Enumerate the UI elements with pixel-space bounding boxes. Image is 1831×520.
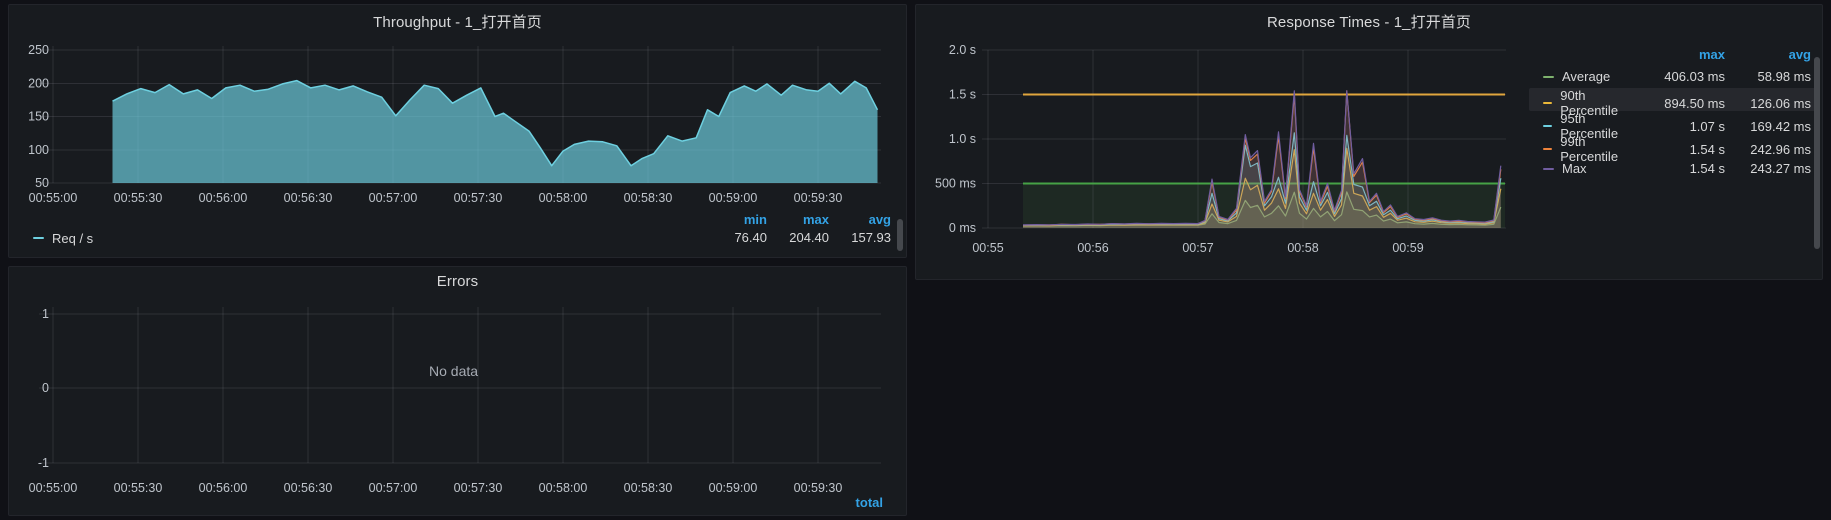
panel-response-times[interactable]: Response Times - 1_打开首页 2.0 s1.5 s1.0 s5… <box>915 4 1823 280</box>
x-tick-label: 00:59:30 <box>794 481 843 495</box>
y-tick-label: 50 <box>35 176 49 190</box>
x-tick-label: 00:57:00 <box>369 481 418 495</box>
legend-label-text: 99th Percentile <box>1560 134 1633 164</box>
series-color-dash-icon <box>1543 76 1554 78</box>
legend-max-value: 1.07 s <box>1633 119 1725 134</box>
panel-throughput[interactable]: Throughput - 1_打开首页 2502001501005000:55:… <box>8 4 907 258</box>
x-tick-label: 00:56:30 <box>284 481 333 495</box>
series-color-dash-icon <box>1543 102 1552 104</box>
legend-header-row: maxavg <box>1529 45 1819 63</box>
legend-row-99th-percentile[interactable]: 99th Percentile1.54 s242.96 ms <box>1529 134 1819 157</box>
x-tick-label: 00:57:30 <box>454 191 503 205</box>
stat-header-avg[interactable]: avg <box>835 211 891 229</box>
stat-column-avg: avg157.93 <box>835 211 891 247</box>
x-tick-label: 00:56:30 <box>284 191 333 205</box>
legend-header-avg[interactable]: avg <box>1725 47 1811 62</box>
x-tick-label: 00:55:00 <box>29 481 78 495</box>
x-tick-label: 00:56 <box>1077 241 1108 255</box>
y-tick-label: 150 <box>28 110 49 124</box>
x-tick-label: 00:57 <box>1182 241 1213 255</box>
stat-column-min: min76.40 <box>711 211 767 247</box>
x-tick-label: 00:59:00 <box>709 481 758 495</box>
legend-max-value: 1.54 s <box>1633 142 1725 157</box>
series-color-dash-icon <box>1543 148 1552 150</box>
legend-max-value: 894.50 ms <box>1633 96 1725 111</box>
legend-item-reqs[interactable]: Req / s <box>33 229 93 247</box>
legend-label-99th-percentile[interactable]: 99th Percentile <box>1543 134 1633 164</box>
x-tick-label: 00:58:30 <box>624 191 673 205</box>
legend-avg-value: 126.06 ms <box>1725 96 1811 111</box>
y-tick-label: 1.0 s <box>949 132 976 146</box>
legend-avg-value: 169.42 ms <box>1725 119 1811 134</box>
stat-column-max: max204.40 <box>773 211 829 247</box>
x-tick-label: 00:58:30 <box>624 481 673 495</box>
x-tick-label: 00:56:00 <box>199 191 248 205</box>
x-tick-label: 00:55:30 <box>114 191 163 205</box>
legend-label-average[interactable]: Average <box>1543 69 1633 84</box>
legend-label-max[interactable]: Max <box>1543 161 1633 176</box>
legend-label-reqs[interactable]: Req / s <box>52 231 93 246</box>
y-tick-label: 500 ms <box>935 177 976 191</box>
throughput-chart[interactable]: 250 200 150 100 5000:55:00 00:55:30 00:56:00 00… <box>9 5 906 209</box>
legend-row-max[interactable]: Max 1.54 s243.27 ms <box>1529 157 1819 180</box>
x-tick-label: 00:58:00 <box>539 481 588 495</box>
legend-label-total[interactable]: total <box>856 495 883 510</box>
x-tick-label: 00:59 <box>1392 241 1423 255</box>
x-tick-label: 00:56:00 <box>199 481 248 495</box>
y-tick-label: 1 <box>42 307 49 321</box>
y-tick-label: 200 <box>28 76 49 90</box>
stat-header-max[interactable]: max <box>773 211 829 229</box>
x-tick-label: 00:58 <box>1287 241 1318 255</box>
legend-avg-value: 242.96 ms <box>1725 142 1811 157</box>
stat-value-avg: 157.93 <box>835 229 891 247</box>
legend-max-value: 406.03 ms <box>1633 69 1725 84</box>
stat-value-max: 204.40 <box>773 229 829 247</box>
stat-header-min[interactable]: min <box>711 211 767 229</box>
y-tick-label: 2.0 s <box>949 43 976 57</box>
x-tick-label: 00:55:30 <box>114 481 163 495</box>
no-data-message: No data <box>429 363 478 379</box>
y-tick-label: 100 <box>28 143 49 157</box>
legend-stats: min76.40max204.40avg157.93 <box>711 211 891 247</box>
x-tick-label: 00:57:30 <box>454 481 503 495</box>
stat-value-min: 76.40 <box>711 229 767 247</box>
y-tick-label: 250 <box>28 43 49 57</box>
series-color-dash-icon <box>1543 168 1554 170</box>
response-legend: maxavg Average 406.03 ms58.98 ms 90th Perce… <box>1529 45 1819 180</box>
x-tick-label: 00:58:00 <box>539 191 588 205</box>
y-tick-label: -1 <box>38 456 49 470</box>
y-tick-label: 0 ms <box>949 221 976 235</box>
x-tick-label: 00:59:30 <box>794 191 843 205</box>
legend-row-average[interactable]: Average 406.03 ms58.98 ms <box>1529 65 1819 88</box>
legend-row-90th-percentile[interactable]: 90th Percentile894.50 ms126.06 ms <box>1529 88 1819 111</box>
grafana-dashboard: Throughput - 1_打开首页 2502001501005000:55:… <box>0 0 1831 520</box>
legend-avg-value: 58.98 ms <box>1725 69 1811 84</box>
y-tick-label: 0 <box>42 381 49 395</box>
series-color-dash-icon <box>33 237 44 239</box>
series-color-dash-icon <box>1543 125 1552 127</box>
x-tick-label: 00:59:00 <box>709 191 758 205</box>
errors-chart[interactable]: 00:55:00 00:55:30 00:56:00 00:56:30 00:57:00… <box>9 267 906 515</box>
y-tick-label: 1.5 s <box>949 88 976 102</box>
legend-max-value: 1.54 s <box>1633 161 1725 176</box>
x-tick-label: 00:55:00 <box>29 191 78 205</box>
x-tick-label: 00:55 <box>972 241 1003 255</box>
x-tick-label: 00:57:00 <box>369 191 418 205</box>
legend-avg-value: 243.27 ms <box>1725 161 1811 176</box>
panel-scrollbar[interactable] <box>1814 57 1820 249</box>
legend-label-text: Max <box>1562 161 1587 176</box>
throughput-area-fill <box>113 81 878 183</box>
panel-errors[interactable]: Errors 00:55:0000:55:3000:56:0000:56:300… <box>8 266 907 516</box>
panel-scrollbar[interactable] <box>897 219 903 251</box>
legend-header-max[interactable]: max <box>1633 47 1725 62</box>
legend-row-95th-percentile[interactable]: 95th Percentile1.07 s169.42 ms <box>1529 111 1819 134</box>
legend-label-text: Average <box>1562 69 1610 84</box>
